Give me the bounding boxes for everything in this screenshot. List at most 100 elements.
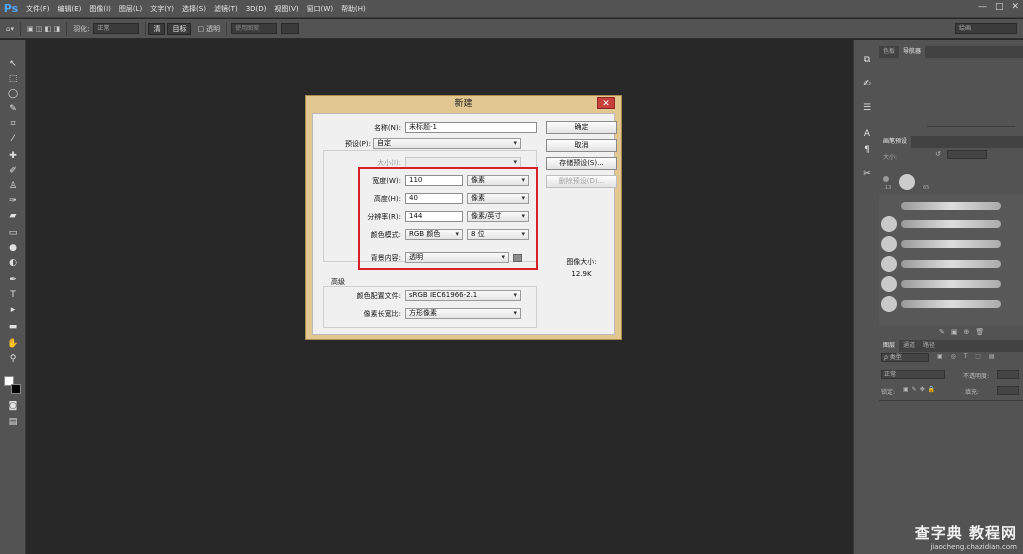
gradient-tool-icon[interactable]: ▭ [6, 227, 20, 240]
opacity-field[interactable] [997, 370, 1019, 379]
screen-mode-icon[interactable]: ▤ [6, 416, 20, 429]
menu-help[interactable]: 帮助(H) [337, 4, 370, 14]
background-color-swatch[interactable] [513, 254, 522, 262]
lock-icons[interactable]: ▣✎✥🔒 [903, 386, 938, 393]
character-panel-icon[interactable]: A [861, 128, 873, 140]
lock-label: 锁定: [881, 389, 896, 396]
pen-tool-icon[interactable]: ✒ [6, 274, 20, 287]
hand-tool-icon[interactable]: ✋ [6, 338, 20, 351]
actions-panel-icon[interactable]: ✍ [861, 78, 873, 90]
blend-mode-select[interactable]: 正常 [881, 370, 945, 379]
menu-3d[interactable]: 3D(D) [242, 5, 271, 13]
height-unit-select[interactable]: 像素 [467, 193, 529, 204]
pixel-aspect-select[interactable]: 方形像素 [405, 308, 521, 319]
layer-kind-filter[interactable]: ρ 类型 [881, 353, 929, 362]
dialog-title: 新建 [454, 99, 473, 109]
menu-select[interactable]: 选择(S) [178, 4, 210, 14]
brush-preset-item[interactable] [881, 198, 1011, 216]
background-contents-select[interactable]: 透明 [405, 252, 509, 263]
use-pattern-button[interactable]: 使用图案 [231, 23, 278, 34]
menu-window[interactable]: 窗口(W) [303, 4, 337, 14]
history-panel-icon[interactable]: ⧉ [861, 54, 873, 66]
menu-type[interactable]: 文字(Y) [146, 4, 178, 14]
eyedropper-tool-icon[interactable]: ⁄ [6, 133, 20, 146]
menu-filter[interactable]: 滤镜(T) [210, 4, 242, 14]
source-button[interactable]: 清 [148, 22, 166, 35]
menu-layer[interactable]: 图层(L) [115, 4, 146, 14]
dodge-tool-icon[interactable]: ◐ [6, 257, 20, 270]
lasso-tool-icon[interactable]: ◯ [6, 88, 20, 101]
mode-select[interactable]: 正常 [93, 23, 140, 34]
quick-select-tool-icon[interactable]: ✎ [6, 103, 20, 116]
divider [226, 21, 228, 36]
menu-image[interactable]: 图像(I) [85, 4, 115, 14]
brush-preset-item[interactable] [881, 296, 1011, 314]
menu-edit[interactable]: 编辑(E) [54, 4, 86, 14]
resolution-unit-select[interactable]: 像素/英寸 [467, 211, 529, 222]
tab-swatches[interactable]: 色板 [879, 46, 899, 58]
paragraph-panel-icon[interactable]: ¶ [861, 144, 873, 156]
layer-filter-icons[interactable]: ▣ ◎ T ⬚ ▤ [937, 353, 998, 360]
preset-label: 预设(P): [317, 139, 371, 149]
blur-tool-icon[interactable]: ● [6, 242, 20, 255]
cancel-button[interactable]: 取消 [546, 139, 617, 152]
close-icon[interactable]: ✕ [597, 97, 615, 109]
ok-button[interactable]: 确定 [546, 121, 617, 134]
background-color-swatch[interactable] [11, 384, 21, 394]
tab-paths[interactable]: 路径 [919, 340, 939, 352]
eraser-tool-icon[interactable]: ▰ [6, 210, 20, 223]
preset-select[interactable]: 自定 [373, 138, 521, 149]
tab-brush-presets[interactable]: 画笔预设 [879, 136, 912, 148]
brush-preset-item[interactable] [881, 236, 1011, 254]
marquee-tool-icon[interactable]: ⬚ [6, 73, 20, 86]
crop-tool-icon[interactable]: ⌗ [6, 118, 20, 131]
brush-preset-item[interactable] [881, 216, 1011, 234]
menu-file[interactable]: 文件(F) [22, 4, 54, 14]
tab-navigator[interactable]: 导航器 [899, 46, 926, 58]
tools-panel: ↖ ⬚ ◯ ✎ ⌗ ⁄ ✚ ✐ ♙ ✑ ▰ ▭ ● ◐ ✒ T ▸ ▬ ✋ ⚲ … [0, 40, 26, 554]
brush-tip-large[interactable] [899, 174, 915, 190]
transparent-checkbox[interactable]: □ [197, 25, 204, 33]
healing-tool-icon[interactable]: ✚ [6, 150, 20, 163]
tab-layers[interactable]: 图层 [879, 340, 900, 352]
bit-depth-select[interactable]: 8 位 [467, 229, 529, 240]
tab-channels[interactable]: 通道 [899, 340, 919, 352]
brush-panel-footer-icons[interactable]: ✎▣⊕🗑 [939, 328, 990, 336]
close-icon[interactable]: ✕ [1011, 2, 1019, 12]
workspace-select[interactable]: 绘画 [955, 23, 1017, 34]
shape-tool-icon[interactable]: ▬ [6, 321, 20, 334]
menu-view[interactable]: 视图(V) [270, 4, 302, 14]
width-unit-select[interactable]: 像素 [467, 175, 529, 186]
brush-tip-small[interactable] [883, 176, 889, 182]
fill-field[interactable] [997, 386, 1019, 395]
width-input[interactable]: 110 [405, 175, 463, 186]
quick-mask-icon[interactable]: ◙ [6, 400, 20, 413]
save-preset-button[interactable]: 存储预设(S)... [546, 157, 617, 170]
path-select-tool-icon[interactable]: ▸ [6, 304, 20, 317]
color-profile-select[interactable]: sRGB IEC61966-2.1 [405, 290, 521, 301]
right-panels: 色板 导航器 画笔预设 大小: ↺ 13 65 ✎▣⊕🗑 图层 通道 路径 ρ … [879, 40, 1023, 554]
tool-presets-icon[interactable]: ✂ [861, 168, 873, 180]
minimize-icon[interactable]: — [978, 2, 987, 12]
move-tool-icon[interactable]: ↖ [6, 58, 20, 71]
brush-preset-item[interactable] [881, 276, 1011, 294]
destination-button[interactable]: 目标 [167, 22, 192, 35]
brush-size-field[interactable] [947, 150, 987, 159]
brush-preset-item[interactable] [881, 256, 1011, 274]
patch-tool-icon[interactable]: ⌂▾ [6, 25, 14, 33]
height-input[interactable]: 40 [405, 193, 463, 204]
maximize-icon[interactable]: □ [995, 2, 1004, 12]
zoom-tool-icon[interactable]: ⚲ [6, 353, 20, 366]
color-mode-select[interactable]: RGB 颜色 [405, 229, 463, 240]
type-tool-icon[interactable]: T [6, 289, 20, 302]
history-brush-tool-icon[interactable]: ✑ [6, 195, 20, 208]
reset-icon[interactable]: ↺ [935, 150, 941, 158]
name-input[interactable]: 未标题-1 [405, 122, 537, 133]
brush-tool-icon[interactable]: ✐ [6, 165, 20, 178]
window-controls: — □ ✕ [978, 2, 1019, 12]
properties-panel-icon[interactable]: ☰ [861, 102, 873, 114]
pattern-picker[interactable] [281, 23, 300, 34]
resolution-input[interactable]: 144 [405, 211, 463, 222]
clone-stamp-tool-icon[interactable]: ♙ [6, 180, 20, 193]
selection-mode-icons[interactable]: ▣ ◫ ◧ ◨ [27, 25, 60, 33]
